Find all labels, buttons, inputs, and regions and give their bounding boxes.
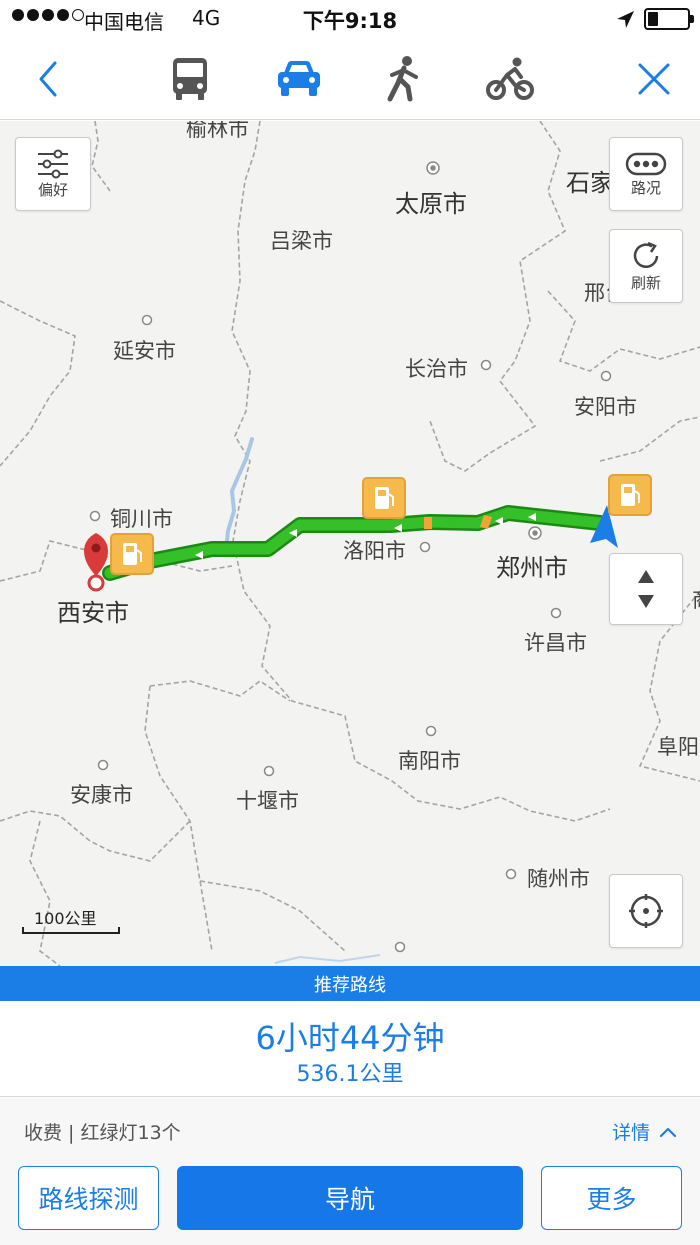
city-label: 安阳市	[574, 395, 637, 419]
city-label: 长治市	[405, 357, 468, 381]
city-label: 太原市	[395, 190, 467, 218]
refresh-label: 刷新	[630, 273, 661, 292]
details-label: 详情	[611, 1122, 650, 1144]
up-down-arrows-icon	[638, 570, 654, 608]
walk-icon	[387, 56, 418, 102]
preference-button[interactable]: 偏好	[15, 137, 91, 211]
city-label: 十堰市	[236, 789, 299, 813]
map-scale-bar	[22, 927, 120, 934]
bike-icon	[486, 57, 534, 100]
bus-icon	[173, 58, 207, 100]
network-type: 4G	[192, 6, 221, 30]
chevron-left-icon	[39, 61, 57, 97]
route-info-bar: 收费 | 红绿灯13个 详情	[0, 1098, 700, 1158]
city-label: 榆林市	[186, 121, 249, 141]
gas-station-icon[interactable]	[362, 477, 406, 519]
route-distance: 536.1公里	[296, 1062, 404, 1087]
city-label: 阜阳	[657, 735, 699, 759]
battery-icon	[644, 8, 694, 30]
city-label: 许昌市	[524, 631, 587, 655]
city-label: 延安市	[113, 339, 176, 363]
more-button[interactable]: 更多	[541, 1166, 682, 1230]
tab-walk[interactable]	[374, 38, 434, 120]
locate-me-button[interactable]	[609, 874, 683, 948]
route-info-text: 收费 | 红绿灯13个	[24, 1122, 181, 1144]
car-icon	[278, 61, 320, 96]
tab-car[interactable]	[266, 38, 332, 120]
tab-bus[interactable]	[160, 38, 220, 120]
back-button[interactable]	[18, 38, 78, 120]
city-label: 西安市	[57, 599, 129, 627]
traffic-label: 路况	[630, 178, 661, 197]
refresh-icon	[633, 241, 659, 268]
route-probe-button[interactable]: 路线探测	[18, 1166, 159, 1230]
map-view[interactable]: 榆林市 太原市 石家 吕梁市 邢台 延安市 长治市 安阳市 铜川市 洛阳市 郑州…	[0, 121, 700, 966]
destination-pin-icon	[84, 533, 108, 592]
map-scale-label: 100公里	[34, 909, 97, 928]
close-icon	[638, 63, 670, 95]
gas-station-icon[interactable]	[608, 474, 652, 516]
city-label: 安康市	[70, 783, 133, 807]
tab-bike[interactable]	[480, 38, 540, 120]
city-label: 南阳市	[398, 749, 461, 773]
location-services-icon	[617, 11, 634, 28]
city-label: 洛阳市	[343, 539, 406, 563]
traffic-icon	[625, 152, 667, 175]
city-label: 商	[692, 584, 700, 614]
carrier-name: 中国电信	[84, 10, 164, 34]
traffic-button[interactable]: 路况	[609, 137, 683, 211]
city-label: 铜川市	[110, 507, 173, 531]
details-button[interactable]: 详情	[612, 1118, 678, 1145]
route-duration: 6小时44分钟	[255, 1019, 445, 1057]
refresh-button[interactable]: 刷新	[609, 229, 683, 303]
sliders-icon	[38, 149, 68, 178]
city-label: 随州市	[527, 867, 590, 891]
route-summary-card[interactable]: 6小时44分钟 536.1公里	[0, 1001, 700, 1097]
locate-icon	[629, 894, 663, 928]
city-label: 郑州市	[496, 554, 568, 582]
signal-strength-icon	[12, 9, 84, 21]
gas-station-icon[interactable]	[110, 533, 154, 575]
preference-label: 偏好	[37, 180, 68, 199]
status-bar: 中国电信 4G 下午9:18	[0, 0, 700, 38]
city-label: 石家	[566, 169, 614, 197]
chevron-up-icon	[659, 1127, 677, 1137]
bottom-action-bar: 路线探测 导航 更多	[0, 1158, 700, 1245]
route-scroll-button[interactable]	[609, 553, 683, 625]
route-header: 推荐路线	[0, 966, 700, 1001]
navigate-button[interactable]: 导航	[177, 1166, 523, 1230]
city-label: 吕梁市	[270, 229, 333, 253]
close-button[interactable]	[624, 38, 684, 120]
transport-mode-bar	[0, 38, 700, 120]
